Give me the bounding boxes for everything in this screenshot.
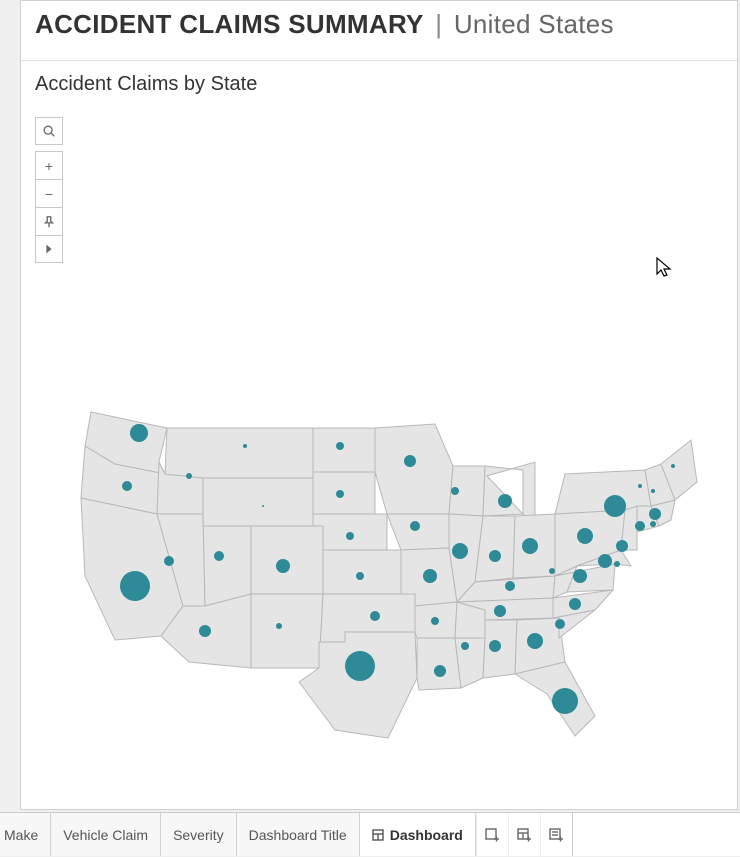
state-bubble-ri[interactable] — [650, 521, 656, 527]
tab-label: Vehicle Claim — [63, 827, 148, 843]
state-bubble-nm[interactable] — [276, 623, 282, 629]
state-bubble-ia[interactable] — [410, 521, 420, 531]
state-bubble-ca[interactable] — [120, 571, 150, 601]
state-bubble-wy[interactable] — [262, 505, 264, 507]
worksheet-tabstrip: Make Vehicle Claim Severity Dashboard Title… — [0, 812, 740, 856]
tab-vehicle-claim[interactable]: Vehicle Claim — [51, 813, 161, 856]
map-panel: Accident Claims by State + − — [21, 60, 737, 786]
state-bubble-nv[interactable] — [164, 556, 174, 566]
state-bubble-mo[interactable] — [423, 569, 437, 583]
tab-dashboard[interactable]: Dashboard — [360, 813, 476, 856]
state-bubble-id[interactable] — [186, 473, 192, 479]
state-bubble-fl[interactable] — [552, 688, 578, 714]
state-bubble-ar[interactable] — [431, 617, 439, 625]
state-bubble-az[interactable] — [199, 625, 211, 637]
tab-label: Severity — [173, 827, 224, 843]
state-bubble-va[interactable] — [573, 569, 587, 583]
state-bubble-pa[interactable] — [577, 528, 593, 544]
state-bubble-md[interactable] — [598, 554, 612, 568]
page-title: ACCIDENT CLAIMS SUMMARY | United States — [21, 1, 737, 46]
state-bubble-oh[interactable] — [522, 538, 538, 554]
state-bubble-tx[interactable] — [345, 651, 375, 681]
cursor-icon — [655, 256, 673, 278]
new-sheet-icon — [484, 827, 500, 843]
state-bubble-nh[interactable] — [651, 489, 655, 493]
map-zoom-in-button[interactable]: + — [35, 151, 63, 179]
title-main: ACCIDENT CLAIMS SUMMARY — [35, 9, 424, 39]
state-bubble-ct[interactable] — [635, 521, 645, 531]
title-region: United States — [454, 9, 614, 39]
state-bubble-vt[interactable] — [638, 484, 642, 488]
state-bubble-ky[interactable] — [505, 581, 515, 591]
map-viewport[interactable] — [35, 96, 723, 786]
us-map — [55, 376, 725, 796]
state-bubble-il[interactable] — [452, 543, 468, 559]
tab-label: Make — [4, 827, 38, 843]
tab-dashboard-title[interactable]: Dashboard Title — [237, 813, 360, 856]
state-bubble-me[interactable] — [671, 464, 675, 468]
state-bubble-wv[interactable] — [549, 568, 555, 574]
state-bubble-wa[interactable] — [130, 424, 148, 442]
state-bubble-ut[interactable] — [214, 551, 224, 561]
state-bubble-de[interactable] — [614, 561, 620, 567]
state-bubble-sc[interactable] — [555, 619, 565, 629]
new-story-button[interactable] — [540, 813, 572, 857]
map-more-button[interactable] — [35, 235, 63, 263]
state-bubble-sd[interactable] — [336, 490, 344, 498]
state-bubble-mn[interactable] — [404, 455, 416, 467]
tab-severity[interactable]: Severity — [161, 813, 237, 856]
state-bubble-ok[interactable] — [370, 611, 380, 621]
tab-make[interactable]: Make — [0, 813, 51, 856]
state-bubble-mt[interactable] — [243, 444, 247, 448]
state-bubble-nd[interactable] — [336, 442, 344, 450]
new-dashboard-icon — [516, 827, 532, 843]
state-bubble-co[interactable] — [276, 559, 290, 573]
state-bubble-wi[interactable] — [451, 487, 459, 495]
state-bubble-mi[interactable] — [498, 494, 512, 508]
map-controls: + − — [35, 117, 63, 269]
state-bubble-ks[interactable] — [356, 572, 364, 580]
new-worksheet-button[interactable] — [476, 813, 508, 857]
state-bubble-al[interactable] — [489, 640, 501, 652]
state-bubble-or[interactable] — [122, 481, 132, 491]
map-zoom-out-button[interactable]: − — [35, 179, 63, 207]
new-story-icon — [548, 827, 564, 843]
map-search-button[interactable] — [35, 117, 63, 145]
state-bubble-ny[interactable] — [604, 495, 626, 517]
search-icon — [42, 124, 56, 138]
triangle-right-icon — [42, 242, 56, 256]
map-pin-button[interactable] — [35, 207, 63, 235]
state-bubble-nc[interactable] — [569, 598, 581, 610]
tab-label: Dashboard — [390, 827, 463, 843]
grid-icon — [372, 829, 384, 841]
state-bubble-la[interactable] — [434, 665, 446, 677]
state-bubble-in[interactable] — [489, 550, 501, 562]
state-bubble-nj[interactable] — [616, 540, 628, 552]
state-bubble-ne[interactable] — [346, 532, 354, 540]
new-dashboard-button[interactable] — [508, 813, 540, 857]
state-bubble-ms[interactable] — [461, 642, 469, 650]
panel-title: Accident Claims by State — [35, 73, 723, 96]
tab-actions — [476, 813, 573, 856]
pin-icon — [42, 215, 56, 229]
dashboard-main: ACCIDENT CLAIMS SUMMARY | United States … — [20, 0, 738, 810]
title-separator: | — [431, 9, 446, 39]
state-bubble-ma[interactable] — [649, 508, 661, 520]
tab-label: Dashboard Title — [249, 827, 347, 843]
state-bubble-ga[interactable] — [527, 633, 543, 649]
state-bubble-tn[interactable] — [494, 605, 506, 617]
